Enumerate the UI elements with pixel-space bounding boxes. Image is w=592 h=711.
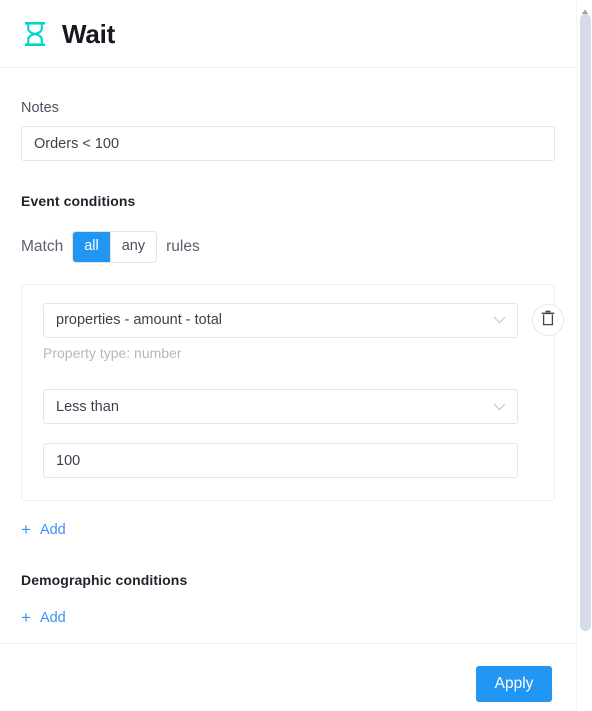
add-demographic-condition-link[interactable]: + Add: [21, 609, 66, 626]
notes-label: Notes: [21, 100, 59, 116]
plus-icon: +: [21, 608, 31, 628]
operator-select-value: Less than: [56, 398, 119, 415]
condition-value-input[interactable]: [43, 443, 518, 479]
panel-body: Notes Event conditions Match all any rul…: [0, 68, 576, 628]
panel-header: Wait: [0, 0, 576, 68]
match-prefix-label: Match: [21, 238, 64, 256]
property-type-helper: Property type: number: [43, 344, 182, 361]
property-select[interactable]: properties - amount - total: [43, 302, 518, 338]
panel-content: Wait Notes Event conditions Match all an…: [0, 0, 576, 711]
event-condition-card: properties - amount - total Property typ…: [21, 283, 564, 502]
notes-input[interactable]: [21, 126, 555, 162]
wait-step-panel: Wait Notes Event conditions Match all an…: [0, 0, 592, 711]
match-toggle-all[interactable]: all: [73, 232, 110, 262]
match-toggle-any[interactable]: any: [109, 232, 157, 262]
chevron-down-icon: [493, 316, 506, 324]
caret-up-icon[interactable]: [581, 3, 589, 14]
trash-icon: [541, 310, 555, 329]
match-suffix-label: rules: [166, 238, 200, 256]
match-rules-row: Match all any rules: [21, 232, 555, 262]
demographic-conditions-title: Demographic conditions: [21, 572, 188, 589]
property-select-value: properties - amount - total: [56, 312, 223, 329]
vertical-scrollbar[interactable]: [576, 0, 592, 711]
add-event-condition-link[interactable]: + Add: [21, 521, 66, 538]
operator-select[interactable]: Less than: [43, 389, 518, 425]
scrollbar-thumb[interactable]: [580, 14, 591, 631]
plus-icon: +: [21, 520, 31, 540]
panel-footer: Apply: [0, 643, 576, 711]
add-demographic-condition-label: Add: [39, 609, 66, 626]
apply-button[interactable]: Apply: [476, 666, 552, 702]
delete-condition-button[interactable]: [532, 303, 564, 336]
add-event-condition-label: Add: [39, 521, 66, 538]
property-select-row: properties - amount - total Property typ…: [43, 302, 564, 362]
hourglass-icon: [20, 19, 50, 49]
event-conditions-title: Event conditions: [21, 193, 136, 210]
page-title: Wait: [62, 18, 116, 49]
match-toggle-group: all any: [73, 232, 157, 262]
chevron-down-icon: [493, 403, 506, 411]
